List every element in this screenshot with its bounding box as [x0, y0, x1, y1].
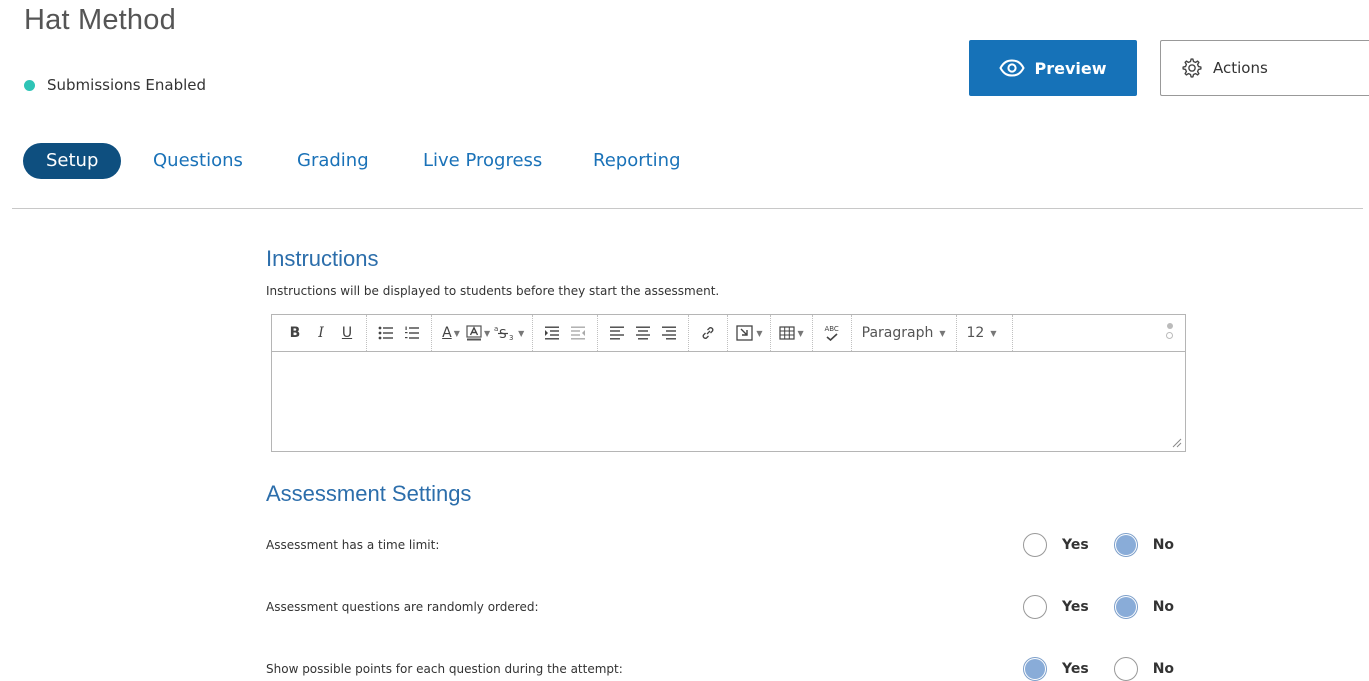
insert-media-icon[interactable]: ▼ [734, 320, 764, 346]
assessment-settings-heading: Assessment Settings [266, 481, 472, 506]
instructions-heading: Instructions [266, 246, 379, 271]
yes-label: Yes [1062, 599, 1089, 615]
show-points-no-radio[interactable] [1113, 657, 1138, 681]
actions-label: Actions [1213, 59, 1268, 77]
time-limit-options: Yes No [1023, 533, 1174, 557]
align-right-icon[interactable] [656, 320, 682, 346]
random-order-no-radio[interactable] [1113, 595, 1138, 619]
indent-icon[interactable] [539, 320, 565, 346]
font-color-label: A [442, 325, 452, 341]
submission-status: Submissions Enabled [24, 76, 206, 94]
paragraph-format-select[interactable]: Paragraph ▼ [858, 325, 950, 341]
strikethrough-script-icon[interactable]: aS3 ▼ [492, 320, 526, 346]
align-left-icon[interactable] [604, 320, 630, 346]
status-text: Submissions Enabled [47, 76, 207, 94]
outdent-icon[interactable] [565, 320, 591, 346]
yes-label: Yes [1062, 661, 1089, 677]
random-order-options: Yes No [1023, 595, 1174, 619]
table-icon[interactable]: ▼ [777, 320, 805, 346]
preview-label: Preview [1034, 58, 1107, 78]
status-dot-icon [24, 79, 35, 91]
time-limit-yes-radio[interactable] [1023, 533, 1047, 557]
random-order-label: Assessment questions are randomly ordere… [266, 600, 539, 614]
numbered-list-icon[interactable] [399, 320, 425, 346]
show-points-yes-radio[interactable] [1023, 657, 1047, 681]
chevron-down-icon: ▼ [797, 328, 804, 338]
chevron-down-icon: ▼ [518, 328, 525, 338]
font-size-select[interactable]: 12 ▼ [963, 325, 1001, 341]
editor-toolbar: B I U A ▼ ▼ aS3 ▼ [272, 315, 1185, 352]
spellcheck-icon[interactable]: ABC [819, 320, 845, 346]
align-center-icon[interactable] [630, 320, 656, 346]
svg-text:a: a [494, 325, 498, 333]
font-color-button[interactable]: A ▼ [438, 320, 464, 346]
no-label: No [1152, 537, 1175, 553]
instructions-editor: B I U A ▼ ▼ aS3 ▼ [271, 314, 1186, 452]
tab-grading[interactable]: Grading [297, 143, 369, 179]
link-icon[interactable] [695, 320, 721, 346]
svg-text:3: 3 [509, 334, 513, 341]
eye-icon [999, 59, 1026, 77]
instructions-description: Instructions will be displayed to studen… [266, 284, 720, 298]
tab-reporting[interactable]: Reporting [593, 143, 681, 179]
show-points-options: Yes No [1023, 657, 1174, 681]
chevron-down-icon: ▼ [453, 328, 460, 338]
font-size-value: 12 [966, 325, 985, 341]
no-label: No [1152, 661, 1175, 677]
chevron-down-icon: ▼ [756, 328, 763, 338]
spellcheck-label: ABC [824, 325, 839, 333]
show-points-label: Show possible points for each question d… [266, 662, 623, 676]
highlight-color-icon[interactable]: ▼ [464, 320, 492, 346]
time-limit-label: Assessment has a time limit: [266, 538, 440, 552]
actions-button[interactable]: Actions [1160, 40, 1369, 96]
resize-handle-icon[interactable] [1172, 438, 1182, 448]
paragraph-format-value: Paragraph [861, 325, 934, 341]
underline-button[interactable]: U [334, 320, 360, 346]
tab-questions[interactable]: Questions [153, 143, 243, 179]
no-label: No [1152, 599, 1175, 615]
bold-button[interactable]: B [282, 320, 308, 346]
header-divider [12, 208, 1363, 209]
yes-label: Yes [1062, 537, 1089, 553]
page-title: Hat Method [24, 4, 176, 36]
gear-icon [1182, 58, 1202, 78]
tab-setup[interactable]: Setup [23, 143, 122, 179]
chevron-down-icon: ▼ [939, 328, 946, 338]
time-limit-no-radio[interactable] [1113, 533, 1138, 557]
preview-button[interactable]: Preview [969, 40, 1137, 96]
italic-button[interactable]: I [308, 320, 334, 346]
more-toolbar-icon[interactable] [1166, 323, 1173, 339]
random-order-yes-radio[interactable] [1023, 595, 1047, 619]
instructions-text-area[interactable] [272, 352, 1185, 453]
chevron-down-icon: ▼ [990, 328, 997, 338]
tab-live-progress[interactable]: Live Progress [423, 143, 542, 179]
bullet-list-icon[interactable] [373, 320, 399, 346]
chevron-down-icon: ▼ [484, 328, 491, 338]
